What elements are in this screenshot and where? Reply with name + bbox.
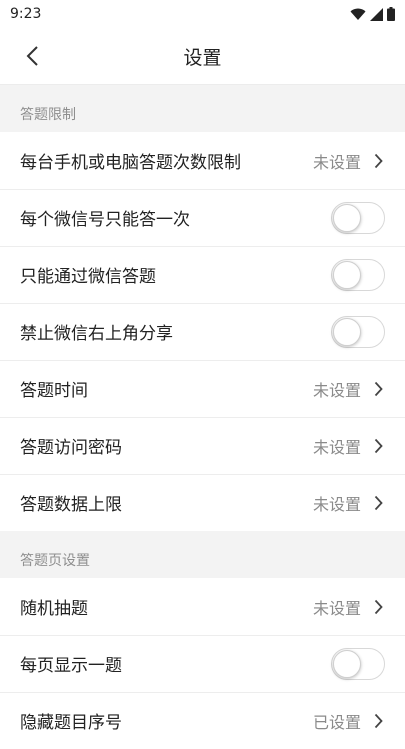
setting-value: 未设置 [312,437,361,457]
setting-label: 禁止微信右上角分享 [20,324,173,344]
setting-row-random-questions[interactable]: 随机抽题 未设置 [0,578,405,635]
setting-value: 已设置 [312,712,361,732]
toggle-knob [333,203,361,232]
setting-label: 每个微信号只能答一次 [20,210,190,230]
chevron-left-icon [26,46,38,66]
setting-row-hide-question-number[interactable]: 隐藏题目序号 已设置 [0,692,405,749]
cellular-signal-icon [370,7,383,21]
setting-value: 未设置 [312,598,361,618]
status-time: 9:23 [10,6,42,22]
chevron-right-icon [371,711,385,731]
setting-row-disable-share: 禁止微信右上角分享 [0,303,405,360]
chevron-right-icon [371,379,385,399]
chevron-right-icon [371,493,385,513]
battery-icon [387,7,395,21]
toggle-knob [333,649,361,678]
setting-label: 答题访问密码 [20,438,122,458]
wifi-icon [350,8,366,20]
back-button[interactable] [12,28,52,84]
section-header-answer-limits: 答题限制 [0,85,405,132]
setting-row-answer-time[interactable]: 答题时间 未设置 [0,360,405,417]
setting-row-access-password[interactable]: 答题访问密码 未设置 [0,417,405,474]
setting-label: 答题数据上限 [20,495,122,515]
setting-label: 答题时间 [20,381,88,401]
chevron-right-icon [371,597,385,617]
setting-label: 随机抽题 [20,599,88,619]
section-header-answer-page: 答题页设置 [0,531,405,578]
section-answer-limits: 每台手机或电脑答题次数限制 未设置 每个微信号只能答一次 只能通过微信答题 禁止… [0,132,405,531]
setting-label: 每页显示一题 [20,656,122,676]
page-title: 设置 [183,46,222,69]
status-bar: 9:23 [0,0,405,28]
setting-row-data-limit[interactable]: 答题数据上限 未设置 [0,474,405,531]
setting-value: 未设置 [312,380,361,400]
setting-label: 每台手机或电脑答题次数限制 [20,153,241,173]
chevron-right-icon [371,436,385,456]
toggle-switch[interactable] [331,258,385,291]
setting-row-device-limit[interactable]: 每台手机或电脑答题次数限制 未设置 [0,132,405,189]
toggle-switch[interactable] [331,201,385,234]
setting-value: 未设置 [312,494,361,514]
section-answer-page: 随机抽题 未设置 每页显示一题 隐藏题目序号 已设置 [0,578,405,749]
toggle-switch[interactable] [331,315,385,348]
setting-label: 隐藏题目序号 [20,713,122,733]
setting-row-one-per-page: 每页显示一题 [0,635,405,692]
setting-row-wechat-only: 只能通过微信答题 [0,246,405,303]
toggle-knob [333,317,361,346]
setting-value: 未设置 [312,152,361,172]
chevron-right-icon [371,151,385,171]
toggle-switch[interactable] [331,647,385,680]
setting-label: 只能通过微信答题 [20,267,156,287]
app-header: 设置 [0,28,405,85]
status-icons [350,7,395,21]
setting-row-wechat-once: 每个微信号只能答一次 [0,189,405,246]
toggle-knob [333,260,361,289]
